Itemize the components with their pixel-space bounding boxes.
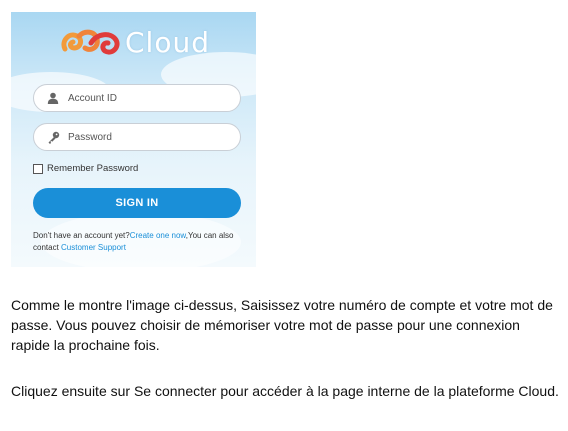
remember-password-label: Remember Password [47, 163, 139, 174]
key-icon [46, 130, 60, 144]
instruction-paragraph-1: Comme le montre l'image ci-dessus, Saisi… [11, 297, 553, 353]
customer-support-link[interactable]: Customer Support [61, 243, 126, 252]
account-id-input[interactable] [68, 92, 240, 104]
cloud-logo: Cloud [61, 24, 210, 60]
signup-note: Don't have an account yet?Create one now… [33, 230, 245, 254]
create-account-link[interactable]: Create one now [130, 231, 186, 240]
sign-in-button[interactable]: SIGN IN [33, 188, 241, 218]
login-card: Cloud Remember Password SIGN IN Don't ha… [11, 12, 256, 267]
account-id-field[interactable] [33, 84, 241, 112]
password-input[interactable] [68, 131, 240, 143]
logo-text: Cloud [125, 25, 210, 59]
cloud-logo-icon [61, 29, 120, 55]
instruction-paragraph-2: Cliquez ensuite sur Se connecter pour ac… [11, 383, 559, 399]
note-text: Don't have an account yet? [33, 231, 130, 240]
remember-password-checkbox[interactable] [33, 163, 43, 174]
user-icon [46, 91, 60, 105]
remember-password[interactable]: Remember Password [33, 163, 138, 174]
password-field[interactable] [33, 123, 241, 151]
